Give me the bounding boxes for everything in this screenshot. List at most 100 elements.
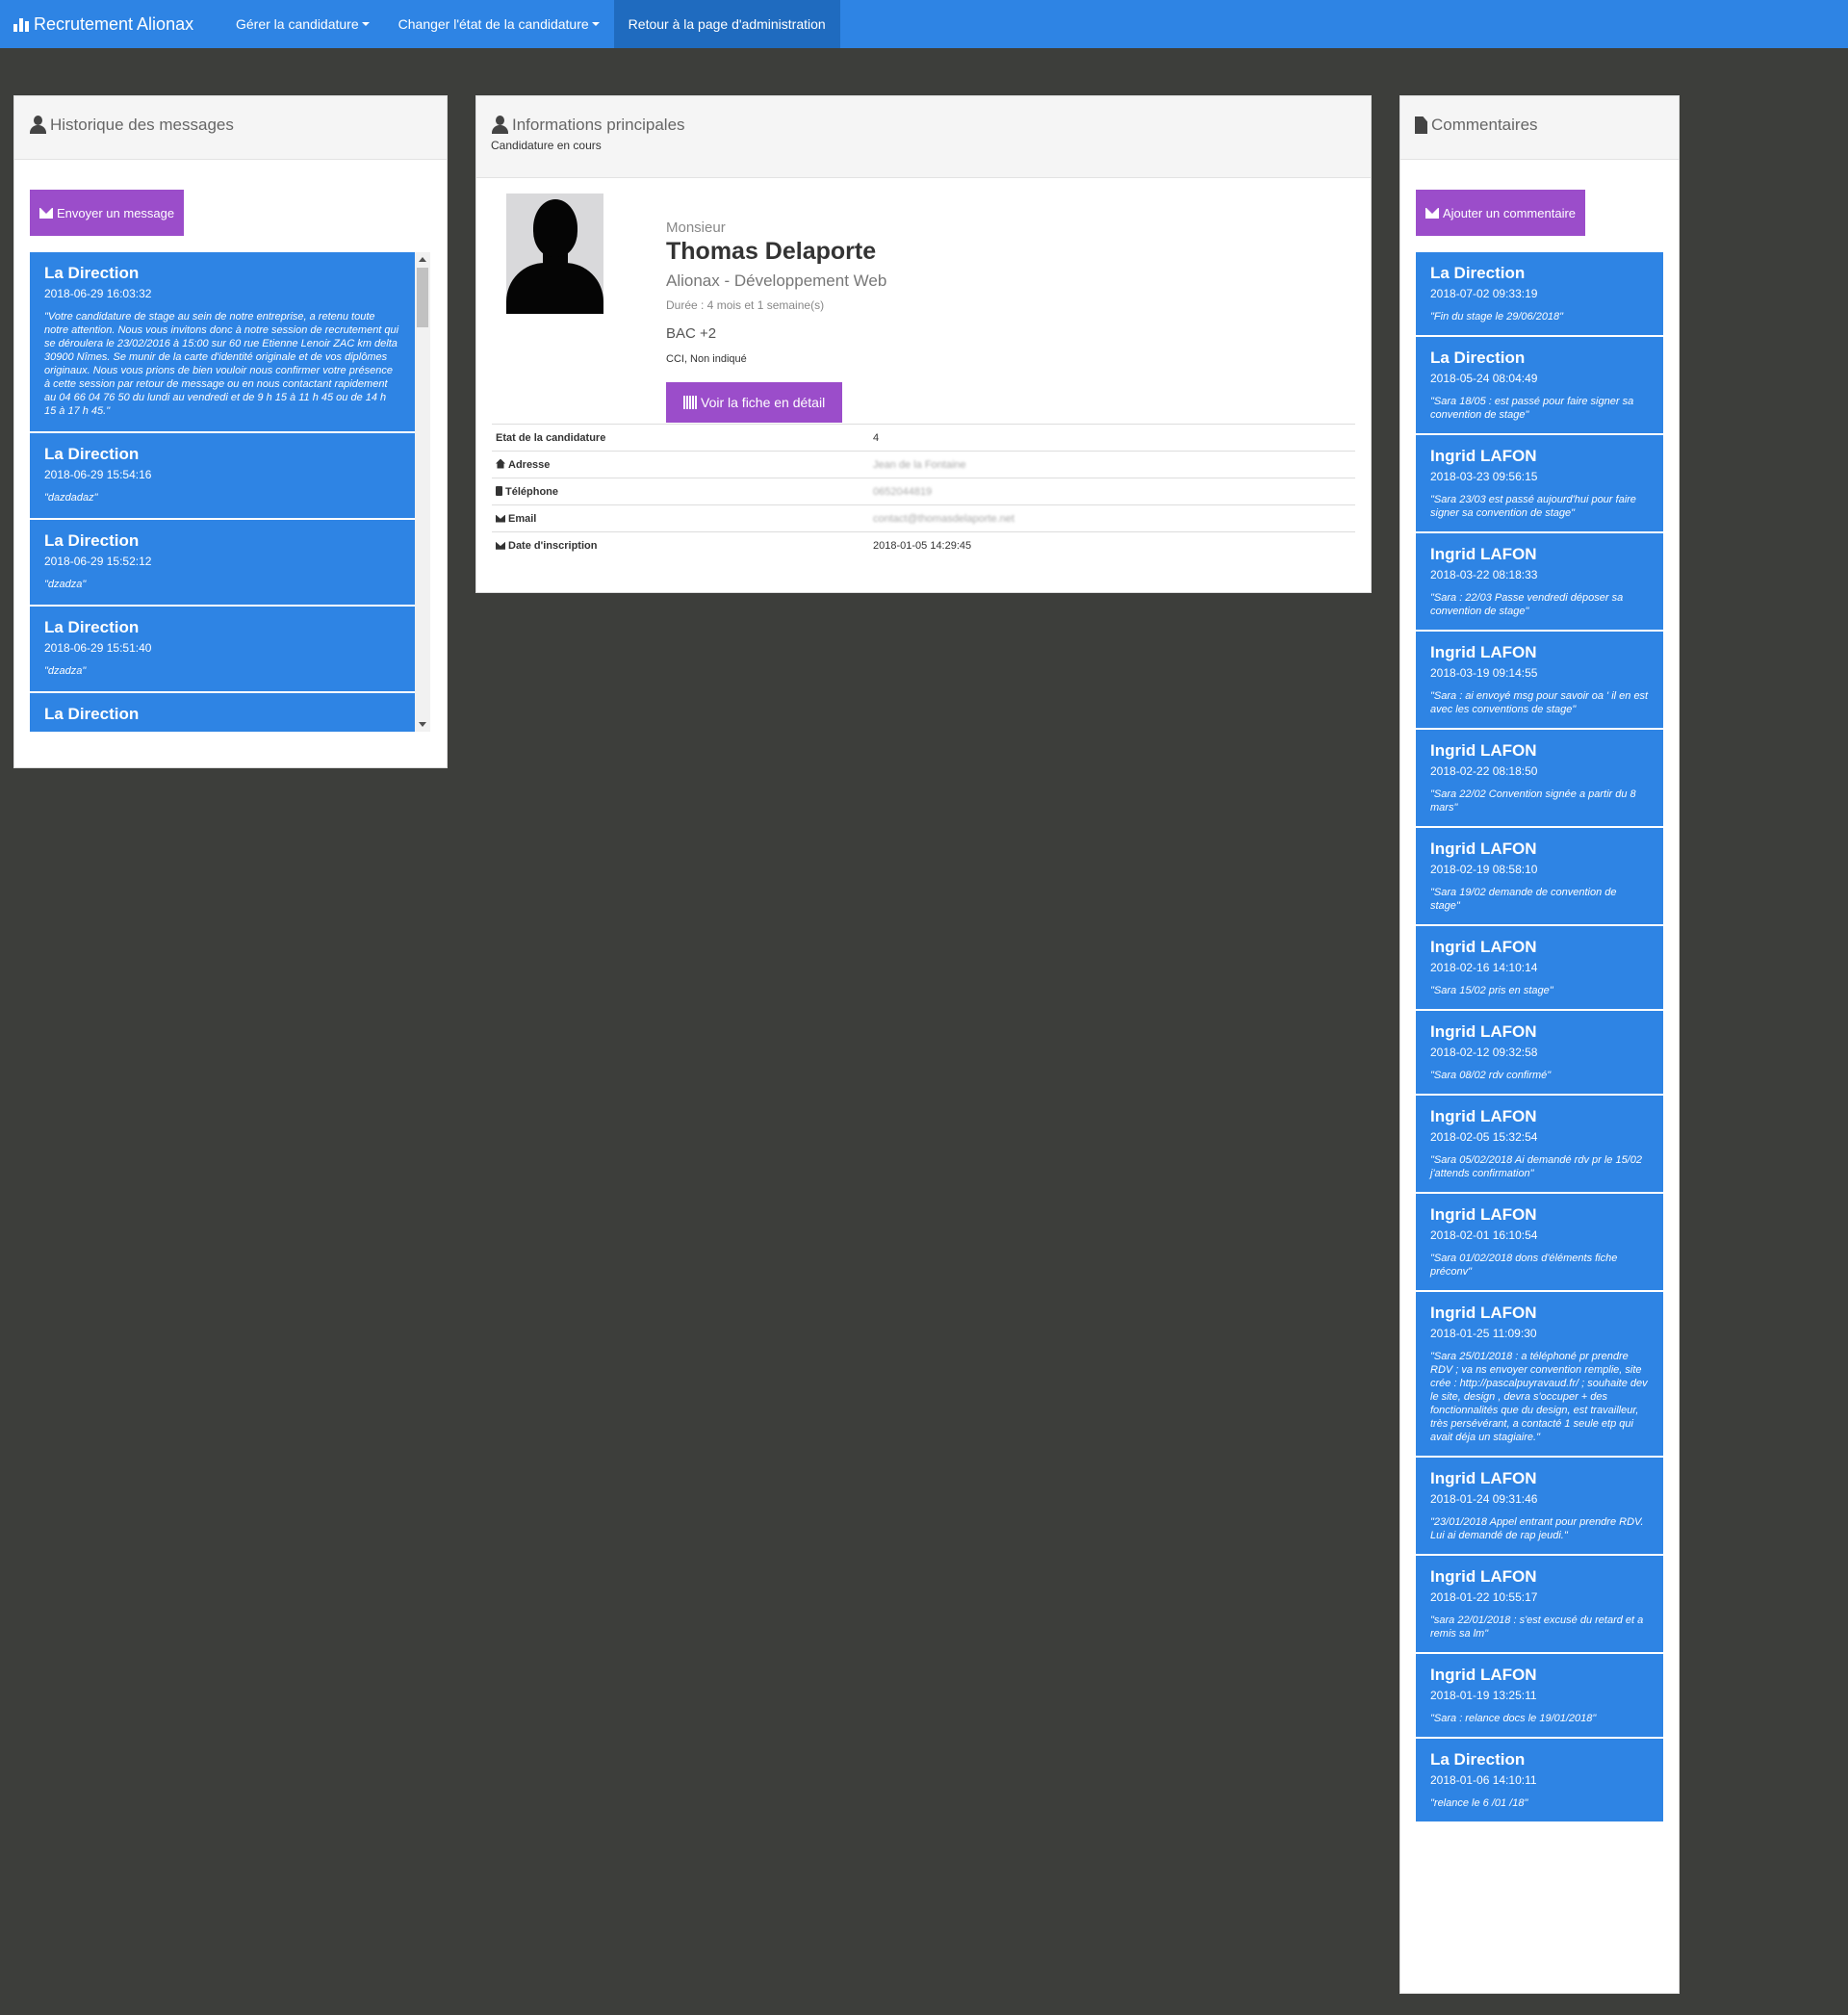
comment-item[interactable]: Ingrid LAFON 2018-02-22 08:18:50 "Sara 22/…	[1416, 730, 1663, 828]
comment-text: "Sara 22/02 Convention signée a partir d…	[1430, 788, 1636, 814]
detail-key-label: Date d'inscription	[508, 539, 598, 552]
comment-date: 2018-01-24 09:31:46	[1430, 1492, 1538, 1506]
detail-key: Date d'inscription	[492, 531, 869, 559]
comment-item[interactable]: Ingrid LAFON 2018-03-19 09:14:55 "Sara : a…	[1416, 632, 1663, 730]
comment-text: "Sara 15/02 pris en stage"	[1430, 985, 1553, 996]
comment-item[interactable]: Ingrid LAFON 2018-01-22 10:55:17 "sara 22/…	[1416, 1556, 1663, 1654]
message-author: La Direction	[44, 618, 140, 636]
silhouette-body	[506, 263, 603, 314]
comment-item[interactable]: La Direction 2018-07-02 09:33:19 "Fin du s…	[1416, 252, 1663, 337]
message-date: 2018-06-29 15:52:12	[44, 555, 152, 568]
envelope-icon	[1425, 207, 1439, 219]
comment-item[interactable]: Ingrid LAFON 2018-02-16 14:10:14 "Sara 15/…	[1416, 926, 1663, 1011]
candidate-civility: Monsieur	[666, 220, 726, 236]
comment-date: 2018-01-19 13:25:11	[1430, 1689, 1537, 1702]
bar-chart-icon	[13, 16, 29, 32]
message-item[interactable]: La Direction 2018-06-29 15:54:16 "dazdadaz…	[30, 433, 415, 520]
comment-text: "Sara 05/02/2018 Ai demandé rdv pr le 15…	[1430, 1154, 1642, 1179]
detail-value: Jean de la Fontaine	[869, 451, 1355, 478]
messages-scroll-area[interactable]: La Direction 2018-06-29 16:03:32 "Votre ca…	[30, 252, 430, 732]
comment-author: Ingrid LAFON	[1430, 1469, 1537, 1487]
comment-author: Ingrid LAFON	[1430, 1304, 1537, 1322]
comment-text: "Sara 08/02 rdv confirmé"	[1430, 1070, 1552, 1081]
comment-text: "Sara 25/01/2018 : a téléphoné pr prendr…	[1430, 1351, 1648, 1443]
comment-text: "23/01/2018 Appel entrant pour prendre R…	[1430, 1516, 1644, 1541]
menu-change-state-label: Changer l'état de la candidature	[398, 16, 589, 32]
user-icon	[29, 116, 46, 135]
message-text: "Votre candidature de stage au sein de n…	[44, 311, 399, 417]
comment-item[interactable]: Ingrid LAFON 2018-03-22 08:18:33 "Sara : 2…	[1416, 533, 1663, 632]
detail-row: Date d'inscription 2018-01-05 14:29:45	[492, 531, 1355, 559]
comment-date: 2018-05-24 08:04:49	[1430, 372, 1538, 385]
comment-date: 2018-02-16 14:10:14	[1430, 961, 1538, 974]
comment-author: La Direction	[1430, 264, 1526, 282]
send-message-button[interactable]: Envoyer un message	[30, 190, 185, 236]
envelope-icon	[496, 541, 505, 550]
comment-item[interactable]: Ingrid LAFON 2018-02-05 15:32:54 "Sara 05/…	[1416, 1096, 1663, 1194]
message-item[interactable]: La Direction 2018-06-29 15:51:40 "dzadza"	[30, 607, 415, 693]
message-item[interactable]: La Direction	[30, 693, 415, 732]
add-comment-button[interactable]: Ajouter un commentaire	[1416, 190, 1586, 236]
envelope-icon	[496, 514, 505, 523]
message-item[interactable]: La Direction 2018-06-29 16:03:32 "Votre ca…	[30, 252, 415, 433]
comment-item[interactable]: Ingrid LAFON 2018-01-24 09:31:46 "23/01/20…	[1416, 1458, 1663, 1556]
messages-panel: Historique des messages Envoyer un messa…	[13, 95, 448, 768]
comment-author: Ingrid LAFON	[1430, 938, 1537, 956]
user-icon	[491, 116, 508, 135]
detail-row: Adresse Jean de la Fontaine	[492, 451, 1355, 478]
comment-item[interactable]: Ingrid LAFON 2018-01-25 11:09:30 "Sara 25/…	[1416, 1292, 1663, 1458]
details-table: Etat de la candidature 4 Adresse Jean de la…	[492, 424, 1355, 559]
comment-author: Ingrid LAFON	[1430, 447, 1537, 465]
caret-down-icon	[591, 22, 600, 26]
comments-panel: Commentaires Ajouter un commentaire La D…	[1399, 95, 1680, 1994]
comments-panel-title: Commentaires	[1415, 116, 1664, 135]
comment-text: "Sara : 22/03 Passe vendredi déposer sa …	[1430, 592, 1624, 617]
comment-item[interactable]: Ingrid LAFON 2018-01-19 13:25:11 "Sara : r…	[1416, 1654, 1663, 1739]
message-item[interactable]: La Direction 2018-06-29 15:52:12 "dzadza"	[30, 520, 415, 607]
comment-item[interactable]: Ingrid LAFON 2018-03-23 09:56:15 "Sara 23/…	[1416, 435, 1663, 533]
comment-date: 2018-02-12 09:32:58	[1430, 1046, 1538, 1059]
comment-date: 2018-02-01 16:10:54	[1430, 1228, 1538, 1242]
scroll-up-icon[interactable]	[419, 257, 426, 262]
comment-item[interactable]: Ingrid LAFON 2018-02-19 08:58:10 "Sara 19/…	[1416, 828, 1663, 926]
message-date: 2018-06-29 15:51:40	[44, 641, 152, 655]
comment-item[interactable]: La Direction 2018-05-24 08:04:49 "Sara 18/…	[1416, 337, 1663, 435]
comment-date: 2018-03-23 09:56:15	[1430, 470, 1538, 483]
menu-manage-application[interactable]: Gérer la candidature	[221, 0, 384, 48]
comment-text: "Sara : relance docs le 19/01/2018"	[1430, 1713, 1597, 1724]
detail-key-label: Email	[508, 512, 537, 525]
candidate-photo	[506, 194, 603, 314]
comment-date: 2018-03-19 09:14:55	[1430, 666, 1538, 680]
comment-text: "Fin du stage le 29/06/2018"	[1430, 311, 1564, 323]
detail-row: Etat de la candidature 4	[492, 424, 1355, 452]
scrollbar-thumb[interactable]	[417, 268, 428, 327]
menu-change-state[interactable]: Changer l'état de la candidature	[384, 0, 614, 48]
brand-label: Recrutement Alionax	[34, 13, 194, 34]
brand-link[interactable]: Recrutement Alionax	[0, 0, 221, 48]
detail-key-label: Adresse	[508, 458, 551, 471]
messages-list: La Direction 2018-06-29 16:03:32 "Votre ca…	[30, 252, 415, 732]
comment-item[interactable]: La Direction 2018-01-06 14:10:11 "relance …	[1416, 1739, 1663, 1823]
detail-row: Téléphone 0652044819	[492, 478, 1355, 505]
comment-date: 2018-01-22 10:55:17	[1430, 1590, 1538, 1604]
message-author: La Direction	[44, 264, 140, 282]
comment-item[interactable]: Ingrid LAFON 2018-02-12 09:32:58 "Sara 08/…	[1416, 1011, 1663, 1096]
internship-duration: Durée : 4 mois et 1 semaine(s)	[666, 298, 825, 312]
education-level: BAC +2	[666, 325, 717, 342]
comment-item[interactable]: Ingrid LAFON 2018-02-01 16:10:54 "Sara 01/…	[1416, 1194, 1663, 1292]
message-text: "dzadza"	[44, 665, 87, 677]
view-detail-button[interactable]: Voir la fiche en détail	[666, 382, 843, 423]
detail-value: 0652044819	[869, 478, 1355, 505]
comment-text: "Sara : ai envoyé msg pour savoir oa ' i…	[1430, 690, 1649, 715]
comment-text: "Sara 18/05 : est passé pour faire signe…	[1430, 396, 1634, 421]
scroll-down-icon[interactable]	[419, 722, 426, 727]
comment-date: 2018-02-05 15:32:54	[1430, 1130, 1538, 1144]
main-info-panel: Informations principales Candidature en …	[475, 95, 1372, 593]
messages-scrollbar[interactable]	[415, 252, 430, 732]
message-text: "dzadza"	[44, 579, 87, 590]
comment-author: Ingrid LAFON	[1430, 1666, 1537, 1684]
menu-back-to-admin[interactable]: Retour à la page d'administration	[613, 0, 840, 48]
application-status-subtitle: Candidature en cours	[491, 139, 602, 152]
detail-value: 4	[869, 424, 1355, 452]
comment-text: "Sara 19/02 demande de convention de sta…	[1430, 887, 1617, 912]
